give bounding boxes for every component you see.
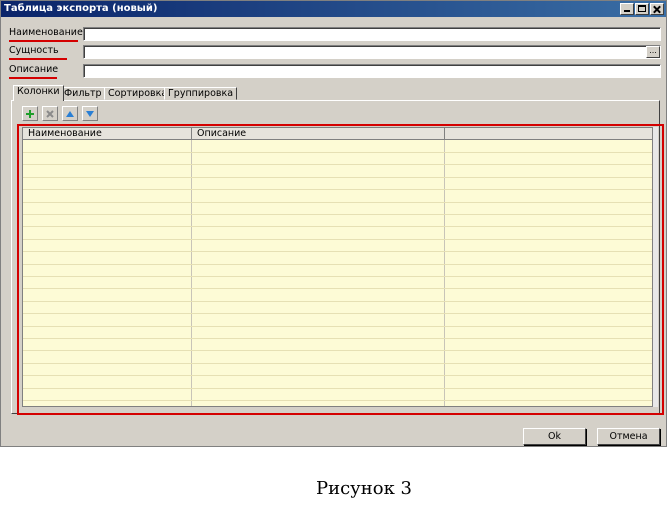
minimize-button[interactable] — [620, 3, 634, 15]
figure-caption: Рисунок 3 — [315, 478, 413, 499]
move-down-icon — [86, 111, 94, 117]
ok-button[interactable]: Ok — [523, 428, 586, 445]
entity-field[interactable]: ... — [83, 45, 661, 59]
entity-browse-button[interactable]: ... — [646, 46, 660, 58]
description-label-underline — [9, 77, 57, 79]
add-icon — [26, 110, 34, 118]
delete-icon — [46, 110, 54, 118]
delete-column-button[interactable] — [42, 106, 58, 121]
description-field[interactable] — [83, 64, 661, 78]
entity-label: Сущность — [9, 45, 59, 56]
window-titlebar[interactable]: Таблица экспорта (новый) — [1, 1, 666, 17]
move-up-button[interactable] — [62, 106, 78, 121]
name-label: Наименование — [9, 27, 83, 38]
highlight-box-grid — [17, 124, 664, 415]
name-field[interactable] — [83, 27, 661, 41]
window-title: Таблица экспорта (новый) — [4, 3, 158, 14]
move-up-icon — [66, 111, 74, 117]
tab-filter[interactable]: Фильтр — [60, 87, 106, 100]
close-button[interactable] — [650, 3, 664, 15]
cancel-button[interactable]: Отмена — [597, 428, 660, 445]
move-down-button[interactable] — [82, 106, 98, 121]
tab-columns[interactable]: Колонки — [13, 85, 64, 101]
tab-grouping[interactable]: Группировка — [164, 87, 238, 100]
maximize-button[interactable] — [635, 3, 649, 15]
tab-sorting[interactable]: Сортировка — [104, 87, 172, 100]
name-label-underline — [9, 40, 78, 42]
entity-label-underline — [9, 58, 67, 60]
add-column-button[interactable] — [22, 106, 38, 121]
description-label: Описание — [9, 64, 59, 75]
